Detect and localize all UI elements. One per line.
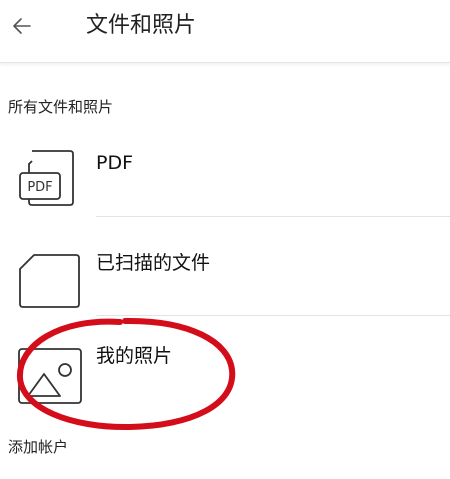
- list-item-label-pdf: PDF: [96, 152, 134, 174]
- page-title: 文件和照片: [86, 13, 197, 38]
- add-account-link[interactable]: 添加帐户: [8, 437, 68, 457]
- folder-icon: [19, 254, 80, 308]
- list-item-my-photos[interactable]: 我的照片: [0, 330, 450, 410]
- arrow-left-icon: [13, 18, 31, 34]
- divider: [96, 216, 450, 217]
- list-item-scanned-files[interactable]: 已扫描的文件: [0, 235, 450, 315]
- app-header: 文件和照片: [0, 0, 450, 63]
- back-button[interactable]: [4, 8, 40, 44]
- pdf-file-icon: PDF: [19, 150, 74, 206]
- list-item-pdf[interactable]: PDF PDF: [0, 140, 450, 216]
- section-title-all-files: 所有文件和照片: [8, 98, 114, 116]
- list-item-label-scanned-files: 已扫描的文件: [96, 252, 211, 274]
- pdf-icon-text: PDF: [27, 180, 52, 195]
- divider: [96, 315, 450, 316]
- image-icon: [18, 348, 82, 404]
- list-item-label-my-photos: 我的照片: [96, 345, 173, 367]
